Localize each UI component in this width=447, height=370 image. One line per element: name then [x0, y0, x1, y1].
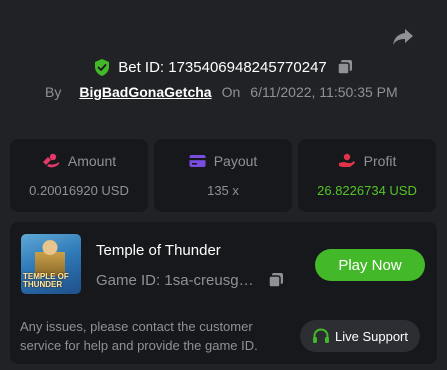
thumbnail-title: TEMPLE OF THUNDER — [23, 272, 69, 289]
bet-datetime: 6/11/2022, 11:50:35 PM — [250, 84, 398, 100]
profit-value: 26.8226734 USD — [317, 183, 417, 198]
support-help-text: Any issues, please contact the customer … — [20, 319, 258, 353]
payout-card: Payout 135 x — [154, 139, 292, 212]
coins-icon — [42, 153, 59, 168]
copy-icon[interactable] — [268, 272, 284, 288]
profit-card: Profit 26.8226734 USD — [298, 139, 436, 212]
amount-value: 0.20016920 USD — [29, 183, 129, 198]
game-id: Game ID: 1sa-creusgpk-1... — [96, 271, 258, 289]
shield-check-icon — [94, 58, 110, 76]
share-icon — [393, 29, 413, 45]
bet-id: Bet ID: 1735406948245770247 — [118, 58, 327, 76]
payout-value: 135 x — [207, 183, 239, 198]
game-title: Temple of Thunder — [96, 242, 221, 259]
bet-id-row: Bet ID: 1735406948245770247 — [0, 57, 447, 77]
game-card: TEMPLE OF THUNDER Temple of Thunder Game… — [10, 222, 437, 364]
amount-card: Amount 0.20016920 USD — [10, 139, 148, 212]
copy-icon[interactable] — [337, 59, 353, 75]
thumbnail-figure — [35, 238, 65, 276]
payout-label: Payout — [213, 153, 258, 169]
by-label: By — [45, 84, 62, 100]
bet-meta-row: By BigBadGonaGetcha On 6/11/2022, 11:50:… — [45, 82, 398, 102]
share-button[interactable] — [391, 26, 415, 48]
username-link[interactable]: BigBadGonaGetcha — [79, 84, 211, 100]
hand-coin-icon — [338, 153, 355, 167]
live-support-button[interactable]: Live Support — [300, 320, 420, 352]
live-support-label: Live Support — [335, 328, 408, 344]
on-label: On — [221, 84, 241, 100]
amount-label: Amount — [67, 153, 117, 169]
headset-icon — [313, 327, 329, 343]
game-id-row: Game ID: 1sa-creusgpk-1... — [96, 270, 284, 290]
game-thumbnail[interactable]: TEMPLE OF THUNDER — [21, 234, 81, 294]
profit-label: Profit — [363, 153, 397, 169]
card-icon — [189, 155, 206, 167]
play-now-button[interactable]: Play Now — [315, 249, 425, 281]
